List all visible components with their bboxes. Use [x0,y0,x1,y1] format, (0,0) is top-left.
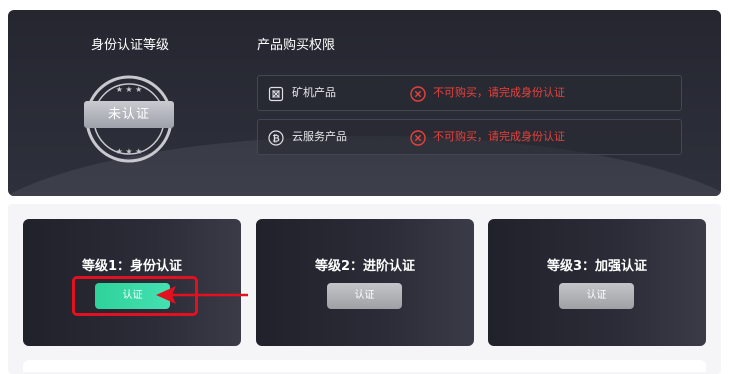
permission-name: 矿机产品 [292,86,336,99]
level-card-2: 等级2：进阶认证 认证 [256,219,474,346]
bitcoin-icon: ₿ [268,130,284,146]
permission-name: 云服务产品 [292,130,347,143]
svg-text:★ ★ ★: ★ ★ ★ [116,85,143,94]
level-title: 等级1：身份认证 [81,259,183,274]
verify-button-level-3[interactable]: 认证 [559,283,634,309]
svg-text:₿: ₿ [272,134,279,145]
identity-level-title: 身份认证等级 [90,38,169,53]
error-icon [410,130,426,146]
svg-text:★ ★ ★: ★ ★ ★ [116,147,143,156]
permission-row-mining: 矿机产品 不可购买，请完成身份认证 [257,75,682,111]
mining-machine-icon [268,86,284,102]
content-strip [23,360,706,372]
purchase-permission-title: 产品购买权限 [257,38,336,53]
error-icon [410,86,426,102]
verify-button-level-2[interactable]: 认证 [327,283,402,309]
permission-status: 不可购买，请完成身份认证 [433,130,565,143]
arrow-annotation-icon [156,286,248,304]
permission-status: 不可购买，请完成身份认证 [433,86,565,99]
permission-row-cloud: ₿ 云服务产品 不可购买，请完成身份认证 [257,119,682,155]
level-title: 等级3：加强认证 [546,259,648,274]
level-card-3: 等级3：加强认证 认证 [488,219,706,346]
unverified-badge: 未认证 [84,101,174,128]
level-title: 等级2：进阶认证 [314,259,416,274]
